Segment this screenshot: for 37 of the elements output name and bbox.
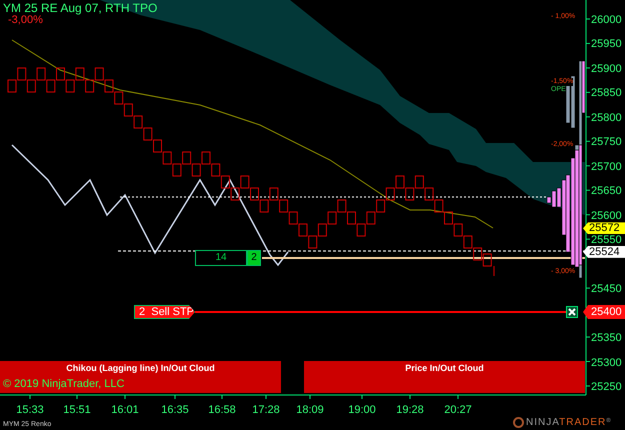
price-axis-label: 25800 [591,112,622,124]
price-tag: 25572 [583,222,625,234]
time-axis-label: 16:35 [160,404,190,416]
filled-quantity: 2 [247,250,261,266]
price-axis-label: 25350 [591,332,622,344]
price-axis-label: 25250 [591,380,622,393]
time-axis-label: 16:58 [207,404,237,416]
stop-price-tag: 25400 [583,305,625,319]
cancel-order-icon[interactable] [566,306,578,318]
time-axis-label: 19:28 [395,404,425,416]
price-axis-label: 25300 [591,356,622,368]
copyright-text: © 2019 NinjaTrader, LLC [3,378,124,390]
time-axis-label: 17:28 [251,404,281,416]
price-axis-label: 25750 [591,136,622,148]
time-axis-label: 18:09 [295,404,325,416]
logo-text: NINJATRADER$^{®}$ [526,417,612,428]
price-axis-label: 25700 [591,160,622,173]
position-quantity: 14 [195,250,247,266]
price-tag: 25524 [583,246,625,258]
time-axis-label: 19:00 [347,404,377,416]
price-axis-label: 25650 [591,185,622,198]
time-axis-label: 20:27 [443,404,473,416]
price-axis-label: 25850 [591,87,622,100]
change-label: -3,00% [8,14,43,26]
time-axis-label: 15:33 [15,404,45,416]
stop-order-label[interactable]: 2 Sell STP [134,305,195,319]
time-axis-label: 15:51 [62,404,92,416]
logo-icon [513,417,524,428]
price-axis-label: 25450 [591,283,622,296]
price-axis-label: 25950 [591,38,622,50]
price-axis-label: 25900 [591,62,622,75]
price-axis-label: 25550 [591,234,622,246]
chart-title: YM 25 RE Aug 07, RTH TPO [3,2,158,15]
price-axis-label: 25600 [591,210,622,222]
time-axis-label: 16:01 [110,404,140,416]
indicator-band: Price In/Out Cloud [304,361,585,393]
price-axis-label: 26000 [591,14,622,26]
